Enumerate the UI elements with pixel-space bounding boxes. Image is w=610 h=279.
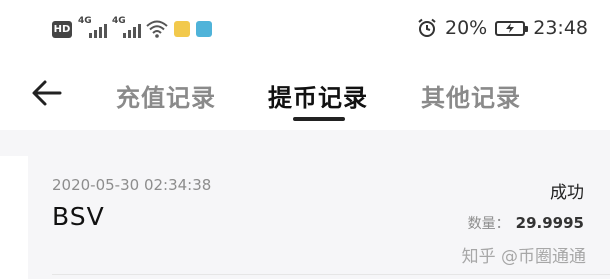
signal-icon: 4G [112, 16, 141, 40]
clock: 23:48 [533, 17, 588, 39]
app-notification-icon [174, 21, 190, 37]
section-divider [0, 130, 610, 156]
signal-icon: 4G [78, 16, 107, 40]
active-tab-indicator [293, 117, 345, 121]
tab-other-records[interactable]: 其他记录 [421, 78, 521, 113]
app-notification-icon [196, 21, 212, 37]
withdrawal-record-item[interactable]: 2020-05-30 02:34:38 BSV 成功 数量： 29.9995 知… [28, 156, 610, 279]
quantity-value: 29.9995 [515, 214, 584, 232]
watermark: 知乎 @币圈通通 [461, 247, 586, 267]
nav-bar: 充值记录 提币记录 其他记录 [0, 56, 610, 130]
alarm-icon [418, 18, 436, 37]
back-arrow-icon[interactable] [30, 76, 64, 110]
tab-recharge-records[interactable]: 充值记录 [116, 78, 216, 113]
record-coin: BSV [52, 202, 105, 231]
wifi-icon [146, 20, 168, 38]
battery-percent: 20% [445, 17, 488, 39]
record-time: 2020-05-30 02:34:38 [52, 176, 212, 194]
record-quantity: 数量： 29.9995 [468, 213, 584, 233]
status-left-icons: HD 4G 4G [52, 16, 212, 42]
charging-bolt-icon [506, 23, 515, 33]
row-divider [52, 274, 610, 275]
hd-badge: HD [52, 20, 72, 38]
quantity-label: 数量： [467, 216, 510, 232]
status-bar: HD 4G 4G 20% 23:48 [0, 0, 610, 56]
tab-withdrawal-records[interactable]: 提币记录 [268, 78, 368, 113]
record-status: 成功 [550, 183, 584, 203]
battery-icon [495, 20, 529, 36]
status-right: 20% 23:48 [417, 14, 588, 42]
